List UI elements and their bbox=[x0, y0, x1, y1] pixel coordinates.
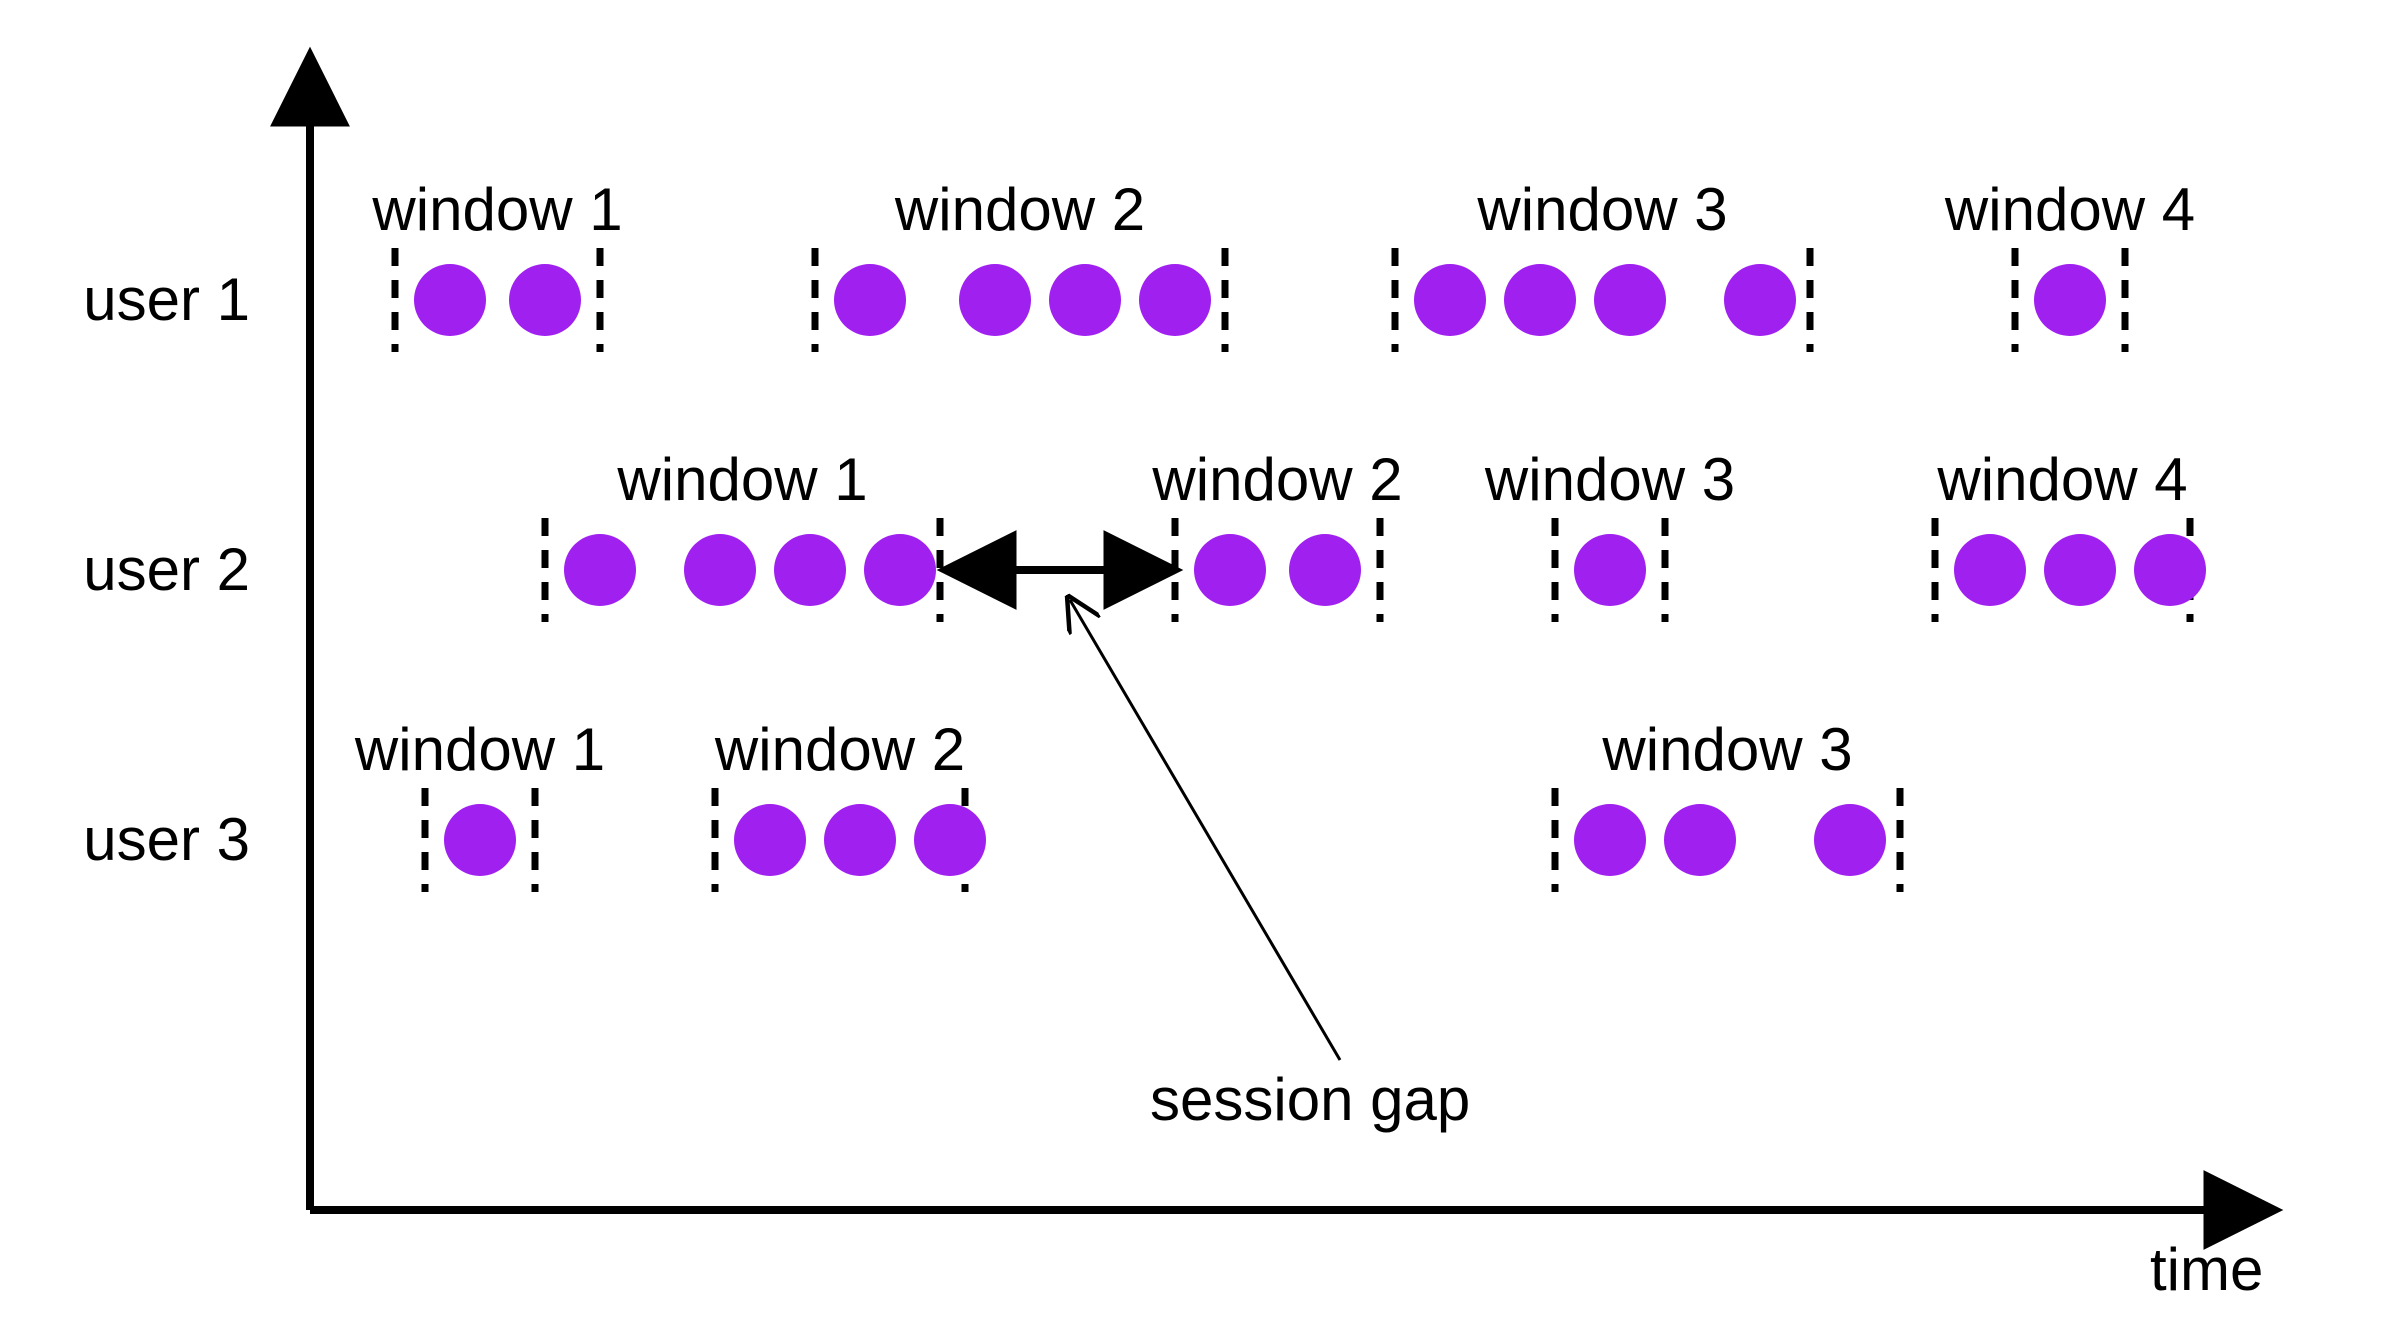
user-label: user 3 bbox=[83, 806, 250, 873]
event-dot bbox=[2044, 534, 2116, 606]
session-window: window 1 bbox=[545, 446, 940, 622]
user-label: user 2 bbox=[83, 536, 250, 603]
window-label: window 2 bbox=[1151, 446, 1402, 513]
event-dot bbox=[734, 804, 806, 876]
session-window: window 4 bbox=[1944, 176, 2195, 352]
session-window: window 4 bbox=[1935, 446, 2206, 622]
event-dot bbox=[824, 804, 896, 876]
session-window: window 3 bbox=[1555, 716, 1900, 892]
event-dot bbox=[1664, 804, 1736, 876]
event-dot bbox=[1139, 264, 1211, 336]
event-dot bbox=[864, 534, 936, 606]
event-dot bbox=[509, 264, 581, 336]
event-dot bbox=[1954, 534, 2026, 606]
session-window: window 1 bbox=[371, 176, 622, 352]
window-label: window 3 bbox=[1484, 446, 1735, 513]
session-window: window 2 bbox=[1151, 446, 1402, 622]
event-dot bbox=[684, 534, 756, 606]
event-dot bbox=[1194, 534, 1266, 606]
window-label: window 1 bbox=[616, 446, 867, 513]
session-windows-diagram: time user 1 window 1 window 2 window 3 windo… bbox=[0, 0, 2388, 1343]
user-row: user 2 window 1 window 2 window 3 window 4 bbox=[83, 446, 2206, 622]
session-window: window 1 bbox=[354, 716, 605, 892]
window-label: window 4 bbox=[1944, 176, 2195, 243]
event-dot bbox=[1574, 534, 1646, 606]
window-label: window 4 bbox=[1936, 446, 2187, 513]
event-dot bbox=[444, 804, 516, 876]
event-dot bbox=[1574, 804, 1646, 876]
user-row: user 1 window 1 window 2 window 3 window 4 bbox=[83, 176, 2195, 352]
event-dot bbox=[1049, 264, 1121, 336]
event-dot bbox=[1504, 264, 1576, 336]
event-dot bbox=[414, 264, 486, 336]
event-dot bbox=[959, 264, 1031, 336]
session-gap-pointer bbox=[1070, 600, 1340, 1060]
session-window: window 2 bbox=[815, 176, 1225, 352]
event-dot bbox=[914, 804, 986, 876]
session-window: window 3 bbox=[1484, 446, 1735, 622]
session-window: window 3 bbox=[1395, 176, 1810, 352]
x-axis-label: time bbox=[2150, 1236, 2263, 1303]
session-gap-label: session gap bbox=[1150, 1066, 1470, 1133]
event-dot bbox=[1414, 264, 1486, 336]
event-dot bbox=[564, 534, 636, 606]
event-dot bbox=[2034, 264, 2106, 336]
window-label: window 3 bbox=[1601, 716, 1852, 783]
event-dot bbox=[2134, 534, 2206, 606]
session-window: window 2 bbox=[714, 716, 986, 892]
event-dot bbox=[1594, 264, 1666, 336]
event-dot bbox=[774, 534, 846, 606]
event-dot bbox=[834, 264, 906, 336]
event-dot bbox=[1814, 804, 1886, 876]
user-row: user 3 window 1 window 2 window 3 bbox=[83, 716, 1900, 892]
window-label: window 2 bbox=[894, 176, 1145, 243]
event-dot bbox=[1289, 534, 1361, 606]
window-label: window 3 bbox=[1476, 176, 1727, 243]
window-label: window 1 bbox=[354, 716, 605, 783]
user-label: user 1 bbox=[83, 266, 250, 333]
window-label: window 2 bbox=[714, 716, 965, 783]
rows: user 1window 1window 2window 3window 4us… bbox=[83, 176, 2206, 892]
window-label: window 1 bbox=[371, 176, 622, 243]
session-gap-annotation: session gap bbox=[950, 570, 1470, 1133]
event-dot bbox=[1724, 264, 1796, 336]
